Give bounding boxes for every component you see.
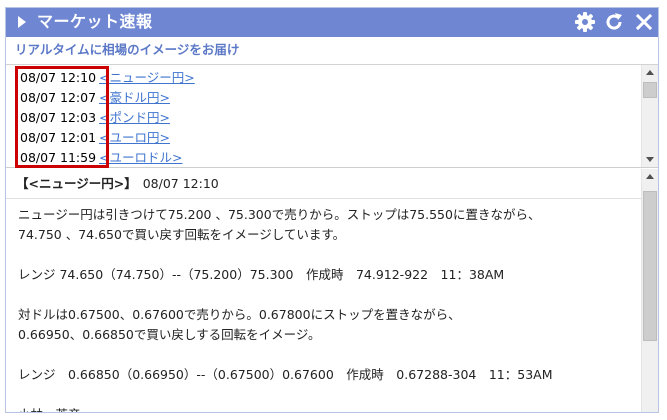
scroll-thumb[interactable] xyxy=(643,82,657,98)
news-link[interactable]: <ニュージー円> xyxy=(99,70,195,85)
list-item: 08/07 12:01 <ユーロ円> xyxy=(20,128,170,148)
article-panel: 【<ニュージー円>】 08/07 12:10 ニュージー円は引きつけて75.200… xyxy=(6,169,658,412)
chevron-up-icon xyxy=(646,174,654,179)
article-line: 対ドルは0.67500、0.67600で売りから。0.67800にストップを置き… xyxy=(18,307,461,322)
chevron-up-icon xyxy=(646,70,654,75)
article-line: 0.66950、0.66850で買い戻しする回転をイメージ。 xyxy=(18,327,321,342)
scroll-up-button[interactable] xyxy=(642,169,658,185)
news-link[interactable]: <ポンド円> xyxy=(99,110,170,125)
news-time: 08/07 12:10 xyxy=(20,70,97,85)
list-item: 08/07 12:03 <ポンド円> xyxy=(20,108,170,128)
article-line xyxy=(18,285,636,305)
article-scrollbar[interactable] xyxy=(641,169,658,412)
article-line xyxy=(18,345,636,365)
list-item: 08/07 11:59 <ユーロドル> xyxy=(20,148,182,168)
article-line: 小林 芳彦 xyxy=(18,405,636,412)
market-news-widget: マーケット速報 リアルタイムに相場のイメージをお届け 08/07 12:10 <… xyxy=(5,7,659,413)
article-line: レンジ 0.66850（0.66950）--（0.67500）0.67600 作… xyxy=(18,367,553,382)
chevron-down-icon xyxy=(646,157,654,162)
news-list: 08/07 12:10 <ニュージー円> 08/07 12:07 <豪ドル円> 08… xyxy=(6,64,658,168)
news-time: 08/07 12:07 xyxy=(20,90,97,105)
news-link[interactable]: <ユーロドル> xyxy=(99,150,182,165)
list-item: 08/07 12:10 <ニュージー円> xyxy=(20,68,195,88)
list-item: 08/07 12:07 <豪ドル円> xyxy=(20,88,170,108)
close-icon[interactable] xyxy=(633,11,655,33)
news-time: 08/07 11:59 xyxy=(20,150,97,165)
article-line: ニュージー円は引きつけて75.200 、75.300で売りから。ストップは75.… xyxy=(18,207,541,222)
widget-titlebar: マーケット速報 xyxy=(6,8,658,37)
news-list-scrollbar[interactable] xyxy=(641,65,658,167)
news-link[interactable]: <ユーロ円> xyxy=(99,130,170,145)
news-link[interactable]: <豪ドル円> xyxy=(99,90,170,105)
article-body: ニュージー円は引きつけて75.200 、75.300で売りから。ストップは75.… xyxy=(18,205,636,412)
divider xyxy=(6,198,641,199)
widget-subtitle: リアルタイムに相場のイメージをお届け xyxy=(15,42,240,57)
article-line: 74.750 、74.650で買い戻す回転をイメージしています。 xyxy=(18,227,346,242)
article-date: 08/07 12:10 xyxy=(142,176,219,191)
scroll-up-button[interactable] xyxy=(642,65,658,81)
news-time: 08/07 12:03 xyxy=(20,110,97,125)
expand-triangle-icon[interactable] xyxy=(18,16,26,28)
refresh-icon[interactable] xyxy=(603,11,625,33)
gear-icon[interactable] xyxy=(574,11,596,33)
widget-title: マーケット速報 xyxy=(37,12,153,31)
article-line xyxy=(18,385,636,405)
article-headline: 【<ニュージー円>】 xyxy=(16,176,137,191)
article-line xyxy=(18,245,636,265)
news-time: 08/07 12:01 xyxy=(20,130,97,145)
article-header: 【<ニュージー円>】 08/07 12:10 xyxy=(16,175,219,193)
article-line: レンジ 74.650（74.750）--（75.200）75.300 作成時 7… xyxy=(18,267,505,282)
scroll-down-button[interactable] xyxy=(642,151,658,167)
scroll-thumb[interactable] xyxy=(643,191,657,341)
